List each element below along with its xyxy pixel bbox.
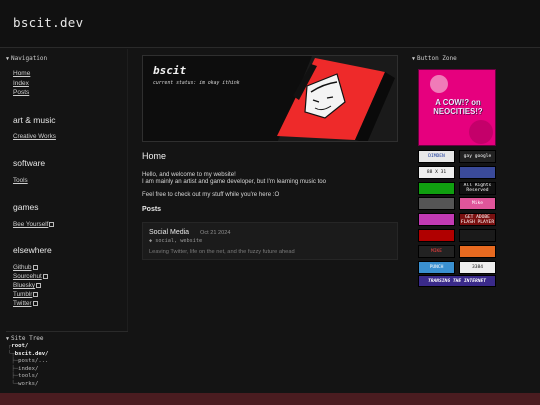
badge-button[interactable]: PUNCH [418,260,455,274]
section-links-games: Bee Yourself [13,220,55,229]
page-title: Home [142,151,167,161]
badge-button[interactable]: 3384 [459,260,496,274]
link-github[interactable]: Github [13,264,32,271]
section-links-software: Tools [13,176,28,185]
banner-title: bscit [153,64,187,77]
section-links-elsewhere: Github Sourcehut Bluesky Tumblr Twitter [13,263,48,308]
external-link-icon [33,291,39,297]
badge-button[interactable] [418,213,455,227]
badge-button-label: gay google [463,154,492,159]
tree-node-posts[interactable]: posts/... [18,358,48,364]
section-heading-art-music: art & music [13,115,56,125]
tree-node-works[interactable]: works/ [18,381,38,387]
intro-line-3: Feel free to check out my stuff while yo… [142,191,280,198]
tree-node-index[interactable]: index/ [18,366,38,372]
header-banner: bscit current status: im okay ithink [142,55,398,142]
badge-button-label: PUNCH [429,264,444,270]
badge-button-label: Mike [471,201,484,207]
badge-button[interactable]: Mike [459,197,496,211]
link-tumblr[interactable]: Tumblr [13,291,32,298]
nav-link-index[interactable]: Index [13,80,29,87]
site-title[interactable]: bscit.dev [13,15,83,30]
badge-button-label: GET ADOBE FLASH PLAYER [460,214,495,225]
tree-site[interactable]: bscit.dev/ [15,351,49,357]
tree-root[interactable]: root/ [11,343,28,349]
link-creative-works[interactable]: Creative Works [13,133,56,140]
badge-button-label: MIKE [430,248,443,254]
footer-bar [0,393,540,405]
site-tree-title[interactable]: ▼ Site Tree [6,335,128,342]
section-heading-elsewhere: elsewhere [13,245,52,255]
badge-button[interactable] [418,181,455,195]
nav-link-posts[interactable]: Posts [13,89,29,96]
badge-button[interactable] [459,229,496,242]
featured-badge-cow-neocities[interactable]: A COW!? on NEOCITIES!? [418,69,496,146]
external-link-icon [49,221,55,227]
badge-button[interactable]: 88 X 31 [418,165,455,179]
tree-node-tools[interactable]: tools/ [18,373,38,379]
badge-button[interactable]: GET ADOBE FLASH PLAYER [459,213,496,227]
badge-button-label: DIMDEN [428,154,445,159]
section-heading-games: games [13,202,39,212]
post-title[interactable]: Social Media [149,229,189,236]
posts-heading: Posts [142,206,162,213]
link-sourcehut[interactable]: Sourcehut [13,273,42,280]
post-date: Oct 21 2024 [200,230,231,236]
nav-link-home[interactable]: Home [13,70,30,77]
link-bee-yourself[interactable]: Bee Yourself [13,221,48,228]
badge-button[interactable] [459,244,496,258]
transing-the-internet-button[interactable]: TRANSING THE INTERNET [418,275,496,287]
intro-line-1: Hello, and welcome to my website! [142,171,236,178]
external-link-icon [36,282,42,288]
badge-button[interactable] [418,229,455,242]
navigation-panel-title[interactable]: ▼ Navigation [6,55,47,62]
banner-status: current status: im okay ithink [153,81,240,86]
link-tools[interactable]: Tools [13,177,28,184]
badge-button-label: 3384 [471,264,484,270]
featured-badge-text: A COW!? on NEOCITIES!? [433,98,483,116]
badge-button-label: All Rights Reserved [463,183,492,194]
nav-list: Home Index Posts [13,69,30,98]
collapse-triangle-icon: ▼ [6,56,10,62]
site-tree: ┌root/ └┬bscit.dev/ ├─posts/... ├─index/… [8,343,49,387]
intro-line-2: I am mainly an artist and game developer… [142,178,327,186]
button-zone-title[interactable]: ▼ Button Zone [412,55,457,62]
post-tags: ◆ social, website [149,238,203,244]
external-link-icon [32,300,38,306]
section-links-art-music: Creative Works [13,132,56,141]
site-tree-panel: ▼ Site Tree ┌root/ └┬bscit.dev/ ├─posts/.… [6,331,128,389]
badge-button[interactable] [418,197,455,211]
collapse-triangle-icon: ▼ [412,56,416,62]
link-twitter[interactable]: Twitter [13,300,32,307]
section-heading-software: software [13,158,46,168]
banner-artwork-icon [277,56,397,141]
badge-button[interactable]: All Rights Reserved [459,181,496,195]
external-link-icon [42,273,48,279]
intro-text: Hello, and welcome to my website! I am m… [142,171,398,186]
badge-button[interactable]: DIMDEN [418,150,455,163]
badge-button[interactable] [459,165,496,179]
post-summary: Leaving Twitter, life on the net, and th… [149,249,295,255]
left-sidebar: ▼ Navigation Home Index Posts art & music… [0,49,128,331]
external-link-icon [32,264,38,270]
site-header: bscit.dev [0,0,540,48]
link-bluesky[interactable]: Bluesky [13,282,35,289]
badge-button[interactable]: MIKE [418,244,455,258]
badge-button[interactable]: gay google [459,150,496,163]
collapse-triangle-icon: ▼ [6,336,10,342]
post-card[interactable]: Social Media Oct 21 2024 ◆ social, websi… [142,222,398,260]
badge-button-label: 88 X 31 [426,169,447,175]
